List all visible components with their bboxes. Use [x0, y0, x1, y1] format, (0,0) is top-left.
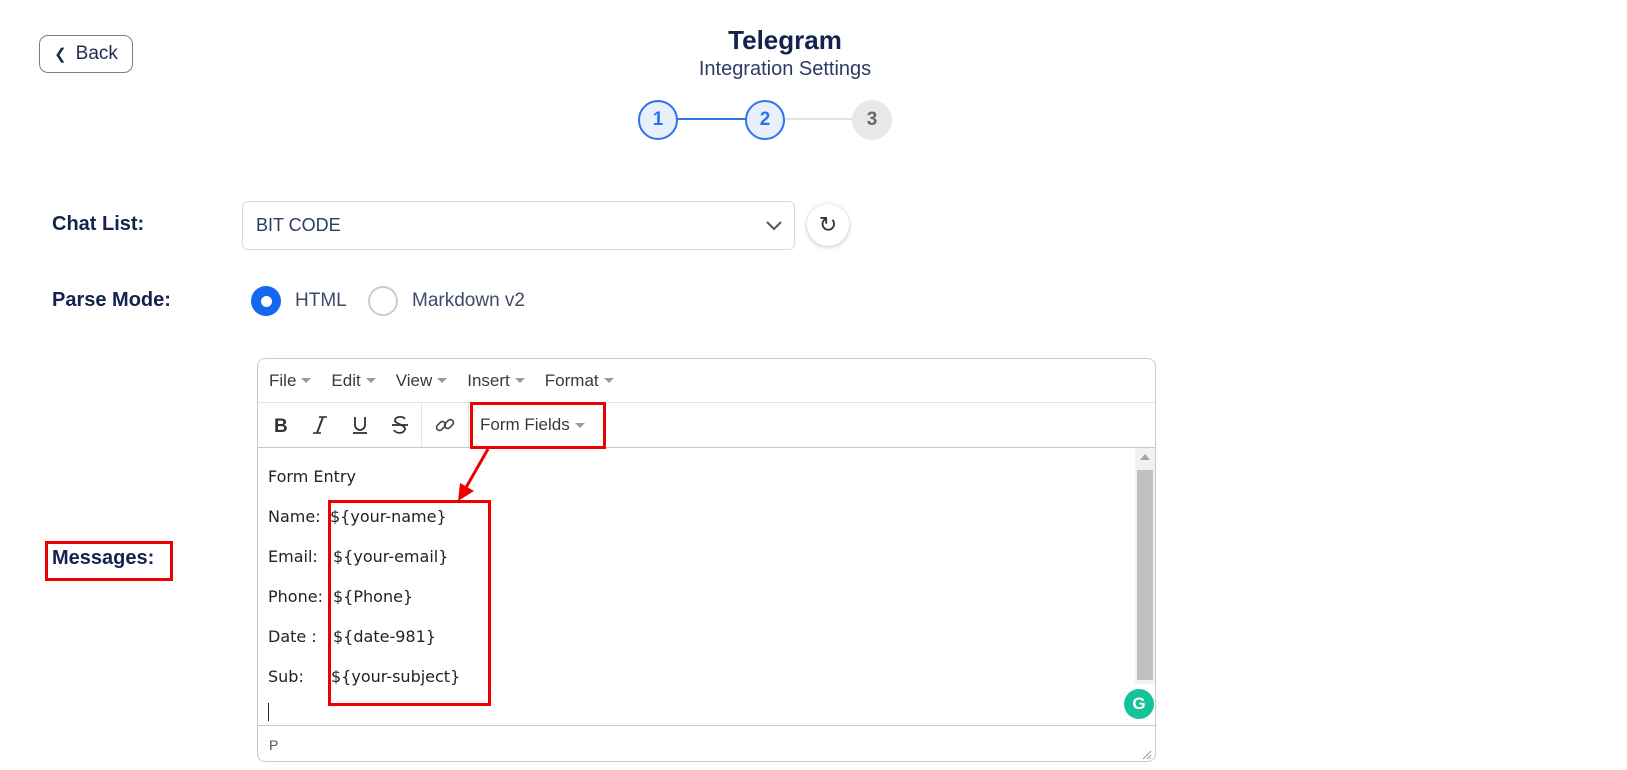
menu-view[interactable]: View	[396, 371, 448, 391]
toolbar-divider	[468, 403, 469, 447]
menu-view-label: View	[395, 370, 433, 390]
chat-list-select[interactable]: BIT CODE	[242, 201, 795, 250]
caret-down-icon	[365, 378, 376, 383]
editor-scrollbar[interactable]	[1135, 448, 1155, 684]
messages-label: Messages:	[52, 547, 155, 569]
underline-button[interactable]	[344, 409, 376, 441]
chevron-down-icon	[766, 221, 782, 231]
content-row-label: Email:	[268, 547, 318, 566]
content-row-label: Phone:	[268, 587, 323, 606]
italic-icon	[313, 416, 327, 434]
radio-html-label[interactable]: HTML	[295, 290, 347, 312]
content-row-label: Sub:	[268, 667, 304, 686]
page-subtitle: Integration Settings	[698, 58, 872, 80]
step-2[interactable]: 2	[745, 100, 785, 140]
menu-file-label: File	[269, 370, 297, 390]
content-row-label: Date :	[268, 627, 317, 646]
menu-file[interactable]: File	[269, 370, 312, 391]
element-path[interactable]: P	[269, 737, 278, 753]
caret-down-icon	[301, 378, 312, 383]
menu-format[interactable]: Format	[545, 371, 614, 391]
page-title: Telegram	[728, 25, 842, 55]
link-button[interactable]	[429, 409, 461, 441]
content-heading: Form Entry	[268, 467, 356, 486]
link-icon	[435, 418, 455, 432]
editor-toolbar: B Form Fields	[258, 403, 1155, 448]
step-connector-2-3	[785, 118, 853, 120]
form-fields-highlight	[470, 402, 606, 449]
menu-format-label: Format	[544, 370, 599, 390]
editor-menubar: File Edit View Insert Format	[258, 359, 1155, 403]
caret-down-icon	[603, 378, 614, 383]
radio-markdown-v2-label[interactable]: Markdown v2	[412, 290, 525, 312]
grammarly-icon[interactable]: G	[1124, 689, 1154, 719]
refresh-icon: ↻	[818, 212, 838, 237]
scroll-up-arrow-icon[interactable]	[1140, 454, 1150, 460]
refresh-button[interactable]: ↻	[807, 204, 849, 246]
chat-list-label: Chat List:	[52, 213, 145, 235]
radio-markdown-v2[interactable]	[368, 286, 398, 316]
step-1[interactable]: 1	[638, 100, 678, 140]
text-cursor	[268, 703, 269, 721]
menu-edit-label: Edit	[331, 370, 361, 390]
bold-button[interactable]: B	[264, 409, 296, 441]
resize-handle-icon[interactable]	[1140, 748, 1152, 760]
caret-down-icon	[514, 378, 525, 383]
svg-text:B: B	[274, 416, 288, 435]
content-row-label: Name:	[268, 507, 321, 526]
caret-down-icon	[437, 378, 448, 383]
strikethrough-icon	[392, 415, 408, 434]
annotation-arrow	[458, 448, 490, 501]
menu-edit[interactable]: Edit	[331, 370, 376, 391]
radio-html[interactable]	[251, 286, 281, 316]
step-3[interactable]: 3	[852, 100, 892, 140]
step-connector-1-2	[674, 118, 746, 120]
menu-insert-label: Insert	[467, 370, 510, 390]
parse-mode-label: Parse Mode:	[52, 289, 171, 311]
editor-statusbar: P	[258, 725, 1155, 761]
chat-list-value: BIT CODE	[256, 215, 341, 235]
italic-button[interactable]	[304, 409, 336, 441]
bold-icon: B	[274, 416, 288, 435]
scrollbar-thumb[interactable]	[1137, 470, 1153, 680]
underline-icon	[353, 417, 367, 434]
menu-insert[interactable]: Insert	[467, 371, 525, 391]
variables-highlight	[328, 500, 491, 706]
toolbar-divider	[421, 403, 422, 447]
strikethrough-button[interactable]	[384, 409, 416, 441]
